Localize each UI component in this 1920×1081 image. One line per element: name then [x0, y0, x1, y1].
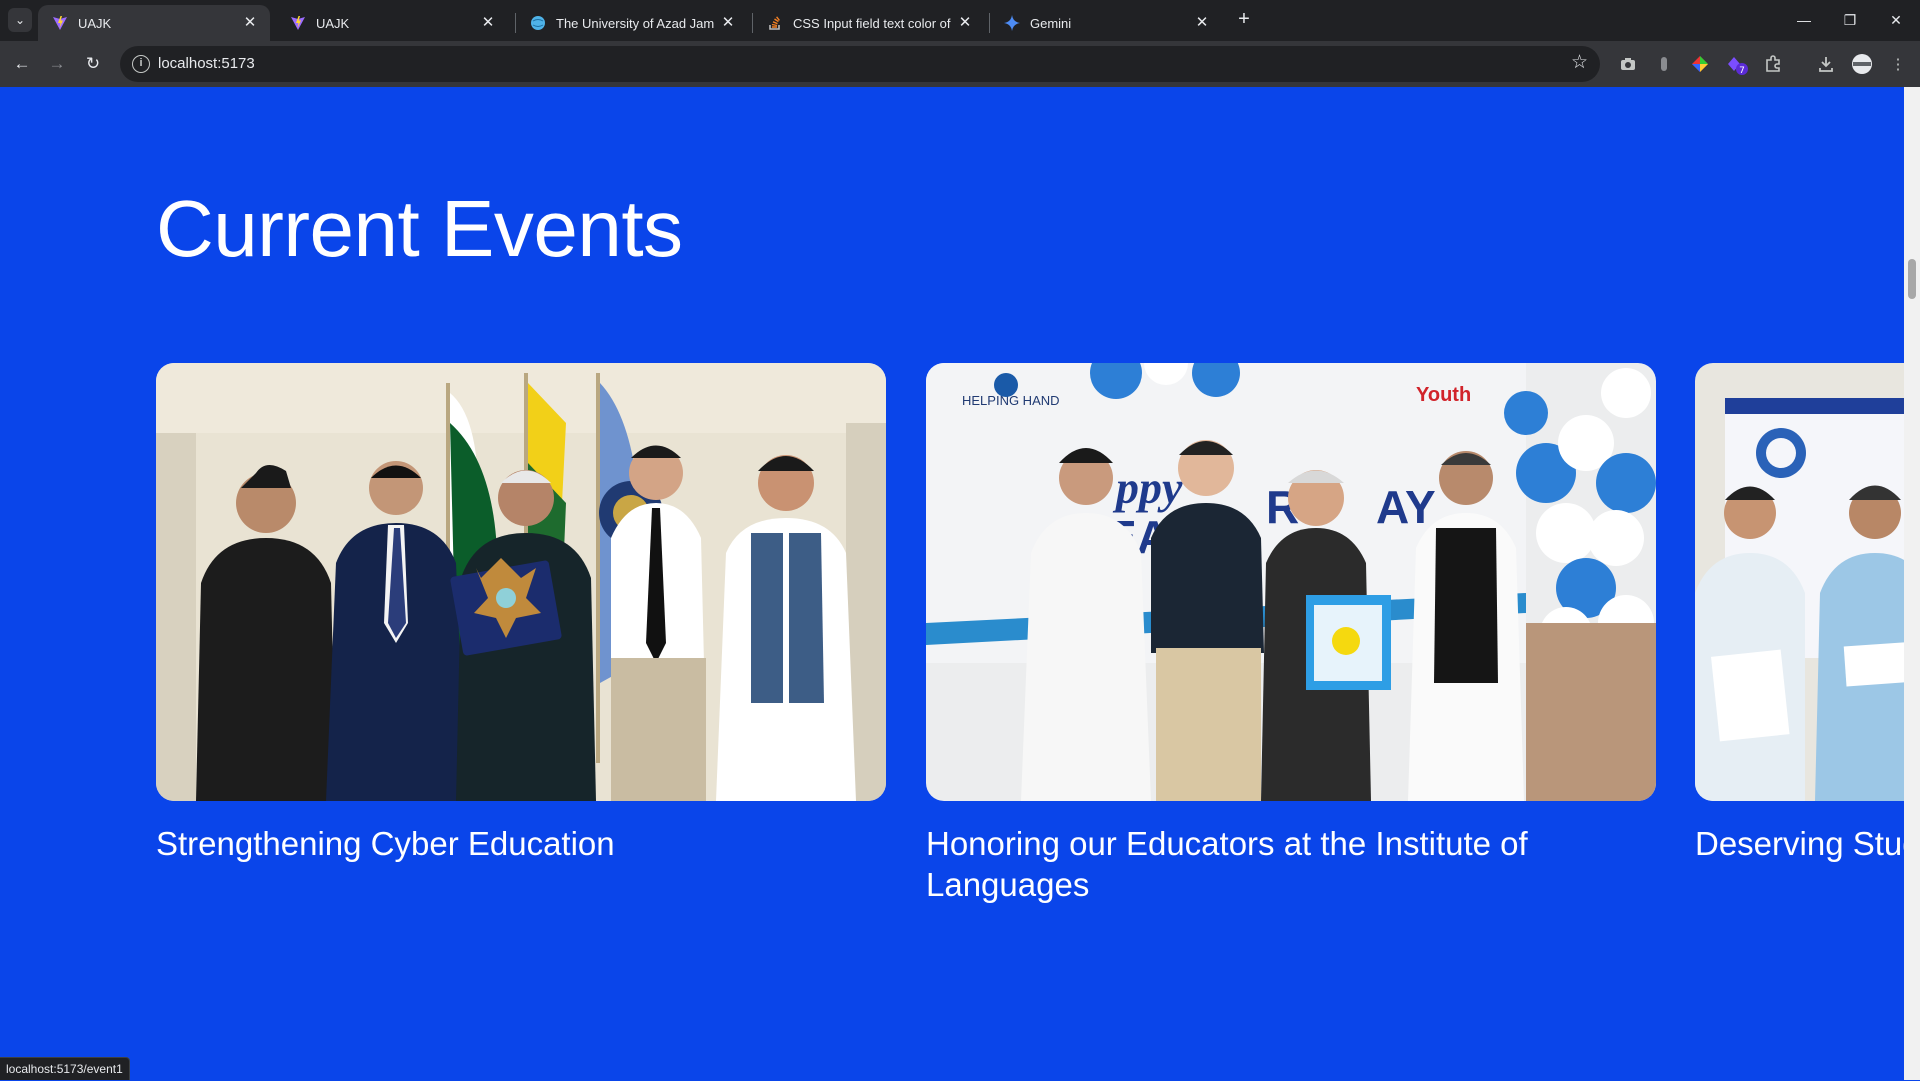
close-tab-icon[interactable]: ✕ — [242, 15, 258, 31]
puzzle-extensions-icon[interactable] — [1761, 52, 1785, 76]
close-tab-icon[interactable]: ✕ — [957, 15, 973, 31]
new-tab-button[interactable]: + — [1232, 8, 1256, 32]
reload-icon[interactable]: ↻ — [78, 49, 108, 79]
profile-avatar[interactable] — [1850, 52, 1874, 76]
download-icon[interactable] — [1814, 52, 1838, 76]
tab-uajk-2[interactable]: UAJK ✕ — [276, 5, 508, 41]
browser-toolbar: ← → ↻ i localhost:5173 ☆ 7 ⋮ — [0, 41, 1920, 87]
forward-arrow-icon[interactable]: → — [42, 49, 72, 79]
event-card[interactable]: HELPING HAND Youth ppy EAC RS AY — [926, 363, 1656, 905]
event-card[interactable]: Deserving Stud Awarded Schol — [1695, 363, 1904, 864]
group-photo-scholarship — [1695, 363, 1904, 801]
page-title: Current Events — [156, 184, 683, 273]
tab-strip: ⌄ UAJK ✕ UAJK ✕ The University of Azad J… — [0, 0, 1920, 41]
minimize-button[interactable]: — — [1788, 6, 1820, 34]
status-bar-url: localhost:5173/event1 — [0, 1057, 130, 1080]
svg-text:7: 7 — [1739, 66, 1745, 76]
group-photo-award-ceremony — [156, 363, 886, 801]
event-title[interactable]: Strengthening Cyber Education — [156, 823, 886, 864]
event-title[interactable]: Deserving Stud Awarded Schol — [1695, 823, 1904, 864]
event-photo[interactable] — [156, 363, 886, 801]
menu-kebab-icon[interactable]: ⋮ — [1886, 52, 1910, 76]
group-photo-teachers-day: HELPING HAND Youth ppy EAC RS AY — [926, 363, 1656, 801]
scrollbar-thumb[interactable] — [1908, 259, 1916, 299]
event-card[interactable]: Strengthening Cyber Education — [156, 363, 886, 864]
bookmark-star-icon[interactable]: ☆ — [1571, 51, 1588, 74]
tab-title: Gemini — [1030, 15, 1072, 31]
banner-script: ppy — [1112, 462, 1183, 513]
camera-icon[interactable] — [1616, 52, 1640, 76]
vite-icon — [291, 16, 305, 30]
event-photo[interactable]: HELPING HAND Youth ppy EAC RS AY — [926, 363, 1656, 801]
tab-search-button[interactable]: ⌄ — [8, 8, 32, 32]
tab-university[interactable]: The University of Azad Jammu ✕ — [516, 5, 748, 41]
page-content: Current Events Strengthening Cyber Educa… — [0, 87, 1904, 1080]
globe-icon — [531, 16, 545, 30]
gemini-icon — [1004, 15, 1020, 31]
close-tab-icon[interactable]: ✕ — [720, 15, 736, 31]
page-scrollbar[interactable] — [1904, 87, 1920, 1080]
address-bar[interactable]: i localhost:5173 ☆ — [120, 46, 1600, 82]
extension-icon[interactable] — [1652, 52, 1676, 76]
back-arrow-icon[interactable]: ← — [7, 49, 37, 79]
tab-uajk-1[interactable]: UAJK ✕ — [38, 5, 270, 41]
event-photo[interactable] — [1695, 363, 1904, 801]
tab-title: UAJK — [316, 15, 350, 31]
close-tab-icon[interactable]: ✕ — [480, 15, 496, 31]
tab-title: The University of Azad Jammu — [556, 15, 714, 31]
tab-title: CSS Input field text color of inp — [793, 15, 951, 31]
site-info-icon[interactable]: i — [132, 55, 150, 73]
address-url[interactable]: localhost:5173 — [158, 55, 255, 72]
tab-title: UAJK — [78, 15, 112, 31]
stackoverflow-icon — [769, 16, 780, 30]
close-window-button[interactable]: ✕ — [1880, 6, 1912, 34]
color-picker-icon[interactable] — [1688, 52, 1712, 76]
restore-button[interactable]: ❐ — [1834, 6, 1866, 34]
event-title[interactable]: Honoring our Educators at the Institute … — [926, 823, 1656, 905]
tab-stackoverflow[interactable]: CSS Input field text color of inp ✕ — [753, 5, 985, 41]
banner-text-c: AY — [1376, 481, 1436, 533]
extension-badge-icon[interactable]: 7 — [1725, 52, 1749, 76]
vite-icon — [53, 16, 67, 30]
tab-gemini[interactable]: Gemini ✕ — [990, 5, 1222, 41]
banner-youth: Youth — [1416, 384, 1471, 406]
close-tab-icon[interactable]: ✕ — [1194, 15, 1210, 31]
